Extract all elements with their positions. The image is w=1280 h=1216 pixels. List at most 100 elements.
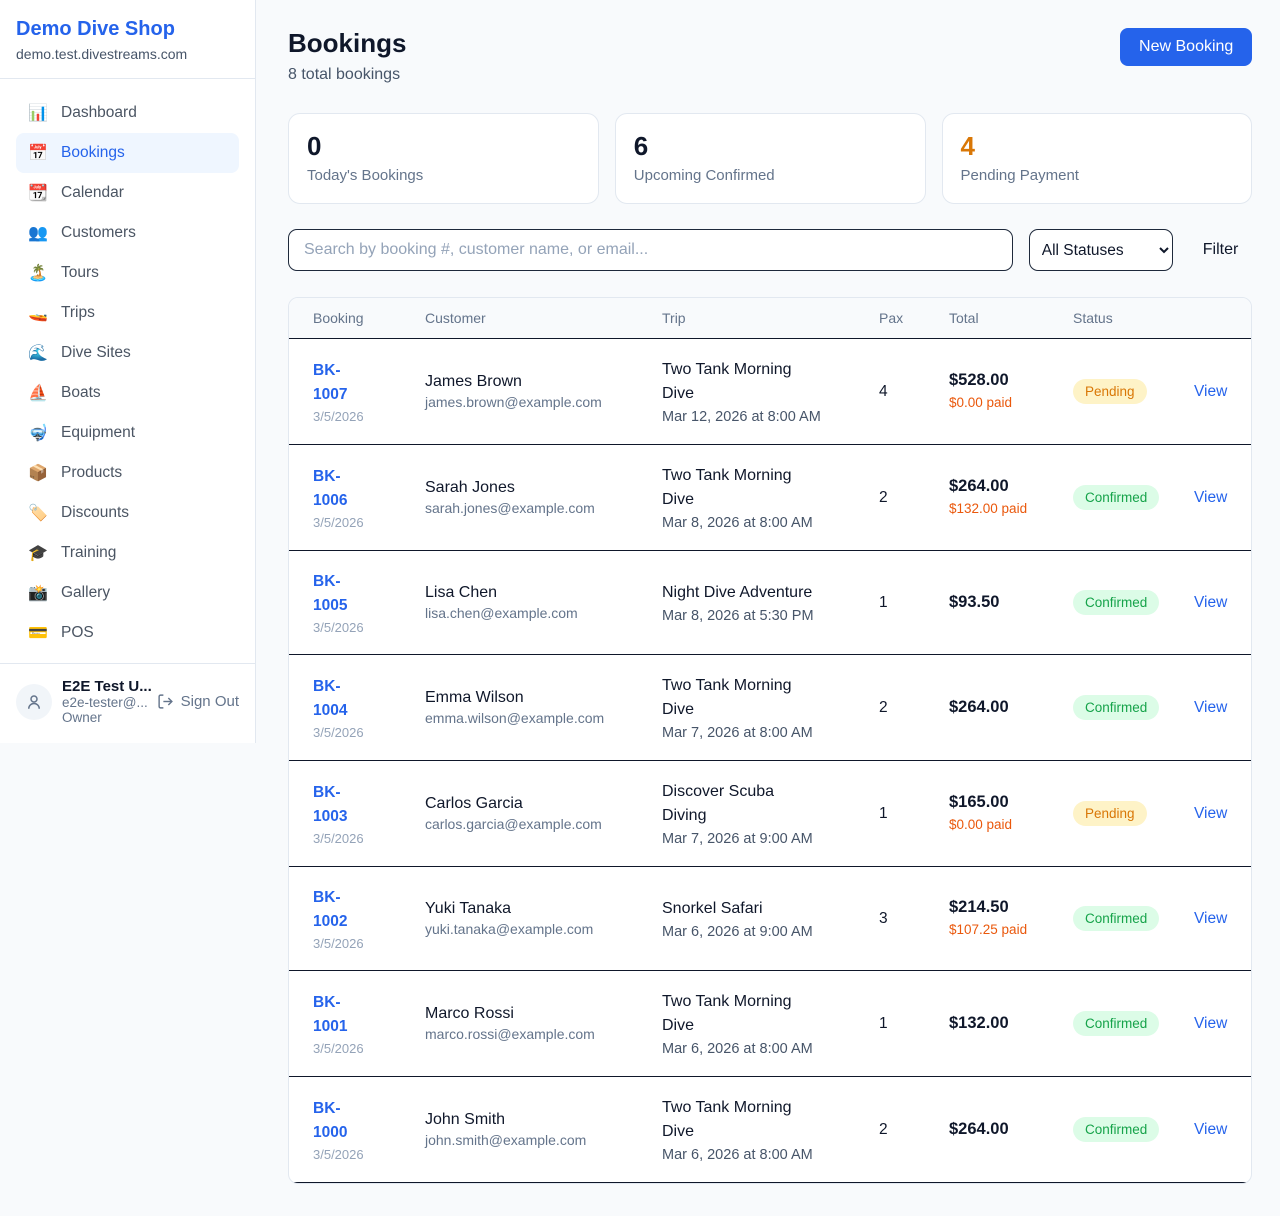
sidebar-item[interactable]: ⛵ Boats [16,373,239,413]
sidebar-item[interactable]: 👥 Customers [16,213,239,253]
booking-id-link[interactable]: BK-1007 [313,359,371,407]
booking-id-link[interactable]: BK-1004 [313,675,371,723]
total-cell: $264.00 [949,1120,1073,1139]
sidebar-item[interactable]: 🎓 Training [16,533,239,573]
trip-name: Two Tank Morning Dive [662,990,820,1038]
col-header-trip: Trip [662,298,879,338]
logout-icon [157,693,174,710]
trip-datetime: Mar 8, 2026 at 8:00 AM [662,515,879,531]
main-content: Bookings 8 total bookings New Booking 0 … [256,0,1280,1216]
stat-card: 0 Today's Bookings [288,113,599,204]
sidebar-item[interactable]: 🏝️ Tours [16,253,239,293]
view-link[interactable]: View [1194,594,1227,611]
total-amount: $214.50 [949,898,1073,917]
sidebar-item[interactable]: 🚤 Trips [16,293,239,333]
booking-id-link[interactable]: BK-1006 [313,465,371,513]
new-booking-button[interactable]: New Booking [1120,28,1252,66]
booking-date: 3/5/2026 [313,725,425,740]
customer-cell: Emma Wilson emma.wilson@example.com [425,689,662,726]
filter-button[interactable]: Filter [1189,241,1253,259]
col-header-booking: Booking [313,298,425,338]
table-row: BK-1000 3/5/2026 John Smith john.smith@e… [289,1077,1251,1183]
user-box: E2E Test U... e2e-tester@... Owner Sign … [0,663,255,743]
table-row: BK-1003 3/5/2026 Carlos Garcia carlos.ga… [289,761,1251,867]
customer-email: yuki.tanaka@example.com [425,921,662,937]
view-link[interactable]: View [1194,699,1227,716]
total-amount: $528.00 [949,371,1073,390]
booking-id-link[interactable]: BK-1003 [313,781,371,829]
trip-cell: Snorkel Safari Mar 6, 2026 at 9:00 AM [662,897,879,940]
sidebar-item[interactable]: 📊 Dashboard [16,93,239,133]
col-header-pax: Pax [879,298,949,338]
view-link[interactable]: View [1194,1015,1227,1032]
total-amount: $264.00 [949,477,1073,496]
sidebar-item-label: POS [61,624,94,642]
view-link[interactable]: View [1194,489,1227,506]
booking-id-link[interactable]: BK-1005 [313,570,371,618]
status-badge: Confirmed [1073,485,1159,510]
page-title: Bookings [288,28,406,59]
table-row: BK-1004 3/5/2026 Emma Wilson emma.wilson… [289,655,1251,761]
status-cell: Confirmed [1073,590,1194,615]
trip-name: Night Dive Adventure [662,581,820,605]
booking-id-link[interactable]: BK-1000 [313,1097,371,1145]
filter-row: All Statuses Filter [288,229,1252,271]
stat-value: 0 [307,131,580,162]
sidebar-item[interactable]: 📆 Calendar [16,173,239,213]
brand-block: Demo Dive Shop demo.test.divestreams.com [0,0,255,79]
booking-id-link[interactable]: BK-1001 [313,991,371,1039]
sign-out-label: Sign Out [181,693,239,710]
diving-mask-icon: 🤿 [28,423,48,443]
view-link[interactable]: View [1194,805,1227,822]
stat-label: Upcoming Confirmed [634,167,907,184]
customer-name: James Brown [425,373,662,391]
status-cell: Confirmed [1073,695,1194,720]
sidebar-item[interactable]: 📦 Products [16,453,239,493]
booking-cell: BK-1003 3/5/2026 [313,781,425,846]
sidebar-item-label: Discounts [61,504,129,522]
sidebar-item[interactable]: 💳 POS [16,613,239,653]
sign-out-button[interactable]: Sign Out [157,693,239,710]
bar-chart-icon: 📊 [28,103,48,123]
view-link[interactable]: View [1194,383,1227,400]
col-header-actions [1194,306,1227,330]
stat-value: 4 [961,131,1234,162]
table-row: BK-1006 3/5/2026 Sarah Jones sarah.jones… [289,445,1251,551]
person-icon [25,693,43,711]
view-link[interactable]: View [1194,1121,1227,1138]
paid-amount: $107.25 paid [949,920,1037,940]
sidebar-item[interactable]: 🤿 Equipment [16,413,239,453]
table-row: BK-1007 3/5/2026 James Brown james.brown… [289,339,1251,445]
stat-label: Pending Payment [961,167,1234,184]
customer-cell: Carlos Garcia carlos.garcia@example.com [425,795,662,832]
graduation-cap-icon: 🎓 [28,543,48,563]
trip-name: Two Tank Morning Dive [662,674,820,722]
customer-name: Yuki Tanaka [425,900,662,918]
customer-cell: Yuki Tanaka yuki.tanaka@example.com [425,900,662,937]
island-icon: 🏝️ [28,263,48,283]
sidebar-item-label: Gallery [61,584,110,602]
total-amount: $165.00 [949,793,1073,812]
customer-name: Lisa Chen [425,584,662,602]
view-link[interactable]: View [1194,910,1227,927]
search-input[interactable] [288,229,1013,271]
sidebar-item[interactable]: 📸 Gallery [16,573,239,613]
booking-id-link[interactable]: BK-1002 [313,886,371,934]
total-cell: $132.00 [949,1014,1073,1033]
sidebar-item[interactable]: 📅 Bookings [16,133,239,173]
status-select[interactable]: All Statuses [1029,229,1173,271]
stat-card: 4 Pending Payment [942,113,1253,204]
col-header-customer: Customer [425,298,662,338]
status-badge: Confirmed [1073,590,1159,615]
customer-name: Carlos Garcia [425,795,662,813]
sidebar-item[interactable]: 🌊 Dive Sites [16,333,239,373]
trip-datetime: Mar 7, 2026 at 9:00 AM [662,831,879,847]
user-name: E2E Test U... [62,678,147,695]
sidebar-item[interactable]: 🏷️ Discounts [16,493,239,533]
brand-domain: demo.test.divestreams.com [16,46,239,62]
sidebar-item-label: Dashboard [61,104,137,122]
status-badge: Pending [1073,379,1147,404]
camera-icon: 📸 [28,583,48,603]
total-cell: $528.00 $0.00 paid [949,371,1073,413]
customer-name: Emma Wilson [425,689,662,707]
